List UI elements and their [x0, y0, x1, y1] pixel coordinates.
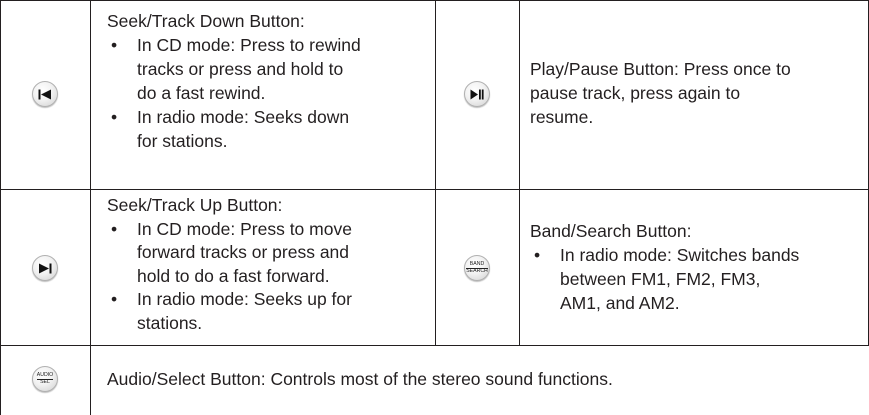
text-line: between FM1, FM2, FM3, [560, 269, 761, 289]
bullet: • [534, 245, 541, 265]
text-line: In radio mode: Seeks down [137, 107, 350, 127]
bullet: • [111, 35, 118, 55]
seek-track-down-icon [32, 81, 58, 107]
text-line: In radio mode: Switches bands [560, 245, 800, 265]
text-line: Audio/Select Button: Controls most of th… [107, 369, 613, 389]
button-reference-table: Seek/Track Down Button: • In CD mode: Pr… [0, 0, 869, 415]
list-item: • In radio mode: Switches bands between … [530, 243, 865, 315]
seek-track-down-description: Seek/Track Down Button: • In CD mode: Pr… [107, 9, 427, 153]
audio-select-description: Audio/Select Button: Controls most of th… [107, 367, 857, 391]
table-divider [90, 0, 91, 415]
audio-select-icon: AUDIO SEL [32, 366, 58, 392]
band-search-icon: BAND SEARCH [464, 255, 490, 281]
text-line: tracks or press and hold to [137, 59, 344, 79]
list-item: • In CD mode: Press to rewind tracks or … [107, 33, 427, 105]
list-item: • In radio mode: Seeks up for stations. [107, 288, 427, 335]
band-search-description: Band/Search Button: • In radio mode: Swi… [530, 219, 865, 315]
text-line: stations. [137, 312, 203, 333]
table-row-divider [0, 345, 869, 346]
table-row-divider [0, 189, 869, 190]
seek-track-up-description: Seek/Track Up Button: • In CD mode: Pres… [107, 194, 427, 335]
seek-track-down-title: Seek/Track Down Button: [107, 11, 305, 31]
table-divider [519, 0, 520, 345]
list-item: • In radio mode: Seeks down for stations… [107, 105, 427, 153]
table-border-top [0, 0, 869, 1]
table-border-left [0, 0, 1, 415]
bullet: • [111, 107, 118, 127]
seek-track-up-title: Seek/Track Up Button: [107, 195, 283, 215]
band-search-title: Band/Search Button: [530, 221, 692, 241]
text-line: AM1, and AM2. [560, 293, 680, 313]
text-line: for stations. [137, 131, 228, 151]
text-line: forward tracks or press and [137, 242, 350, 262]
text-line: Play/Pause Button: Press once to [530, 59, 791, 79]
bullet: • [111, 289, 118, 309]
play-pause-icon [464, 81, 490, 107]
text-line: In CD mode: Press to move [137, 218, 352, 239]
list-item: • In CD mode: Press to move forward trac… [107, 218, 427, 289]
seek-track-up-icon [32, 255, 58, 281]
text-line: pause track, press again to [530, 83, 741, 103]
text-line: do a fast rewind. [137, 83, 266, 103]
table-divider [435, 0, 436, 345]
band-search-icon-bottom-text: SEARCH [466, 267, 488, 274]
text-line: In radio mode: Seeks up for [137, 289, 352, 309]
text-line: resume. [530, 107, 594, 127]
audio-select-icon-bottom-text: SEL [40, 378, 50, 385]
play-pause-description: Play/Pause Button: Press once to pause t… [530, 57, 860, 129]
bullet: • [111, 218, 118, 239]
text-line: In CD mode: Press to rewind [137, 35, 361, 55]
text-line: hold to do a fast forward. [137, 265, 330, 286]
